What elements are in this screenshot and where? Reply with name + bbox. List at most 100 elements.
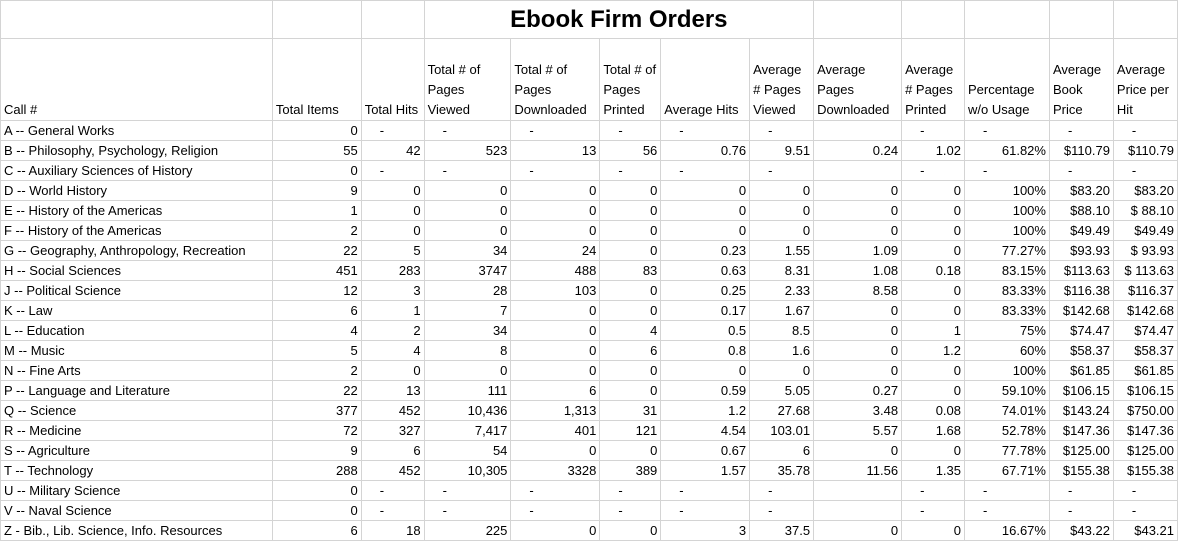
table-cell: 0 [901,520,966,541]
call-number-cell: H -- Social Sciences [0,260,273,281]
table-cell: - [749,160,815,181]
table-cell: 13 [360,380,425,401]
title-row: Ebook Firm Orders [0,0,1178,39]
table-cell: 1 [360,300,425,321]
table-row: R -- Medicine 72 327 7,417 401 121 4.54 103.01 5… [0,420,1178,441]
table-cell: 5 [360,240,425,261]
table-row: L -- Education 4 2 34 0 4 0.5 8.5 0 1 75% $74.47 $74… [0,320,1178,341]
table-cell: 8.58 [813,280,903,301]
table-cell: 0 [813,360,903,381]
table-cell: - [510,500,601,521]
table-cell: $116.38 [1048,280,1114,301]
table-cell: 283 [360,260,425,281]
table-cell: 377 [271,400,362,421]
table-cell: 16.67% [964,520,1050,541]
call-number-cell: S -- Agriculture [0,440,273,461]
table-cell: 5.05 [749,380,815,401]
table-cell: $147.36 [1112,420,1178,441]
table-cell: 0 [901,220,966,241]
table-row: P -- Language and Literature 22 13 111 6 0 0.5… [0,380,1178,401]
table-cell: $58.37 [1048,340,1114,361]
column-header: Total # of Pages Viewed [423,38,512,121]
table-cell: 34 [423,320,512,341]
column-header: Call # [0,38,273,121]
table-cell: 100% [964,220,1050,241]
table-cell: 83 [599,260,662,281]
table-cell: 72 [271,420,362,441]
column-header: Total Hits [360,38,425,121]
table-cell: $83.20 [1112,180,1178,201]
call-number-cell: K -- Law [0,300,273,321]
table-cell: - [1048,120,1114,141]
table-cell: 3 [360,280,425,301]
table-cell: 111 [423,380,512,401]
table-row: E -- History of the Americas 1 0 0 0 0 0 0 0 0 100… [0,200,1178,221]
table-cell: - [964,120,1050,141]
table-cell: - [423,160,512,181]
table-cell: - [660,480,751,501]
table-cell: $74.47 [1048,320,1114,341]
table-cell: 0.67 [660,440,751,461]
table-cell: - [599,480,662,501]
table-cell: 0 [749,200,815,221]
table-cell: 1 [271,200,362,221]
sheet-title: Ebook Firm Orders [423,0,815,39]
table-row: A -- General Works 0- - - - - - - - - - [0,120,1178,141]
call-number-cell: A -- General Works [0,120,273,141]
table-cell: 1.2 [901,340,966,361]
call-number-cell: M -- Music [0,340,273,361]
table-cell: 52.78% [964,420,1050,441]
table-cell: 24 [510,240,601,261]
table-cell: $61.85 [1112,360,1178,381]
table-cell: $750.00 [1112,400,1178,421]
table-cell: 0 [510,300,601,321]
table-cell: 1.08 [813,260,903,281]
table-cell: 3328 [510,460,601,481]
table-cell: - [1048,500,1114,521]
table-cell: 3747 [423,260,512,281]
call-number-cell: P -- Language and Literature [0,380,273,401]
table-cell: 1.6 [749,340,815,361]
table-row: B -- Philosophy, Psychology, Religion 55 4… [0,140,1178,161]
table-cell: 100% [964,360,1050,381]
table-cell: 1.57 [660,460,751,481]
table-cell: 54 [423,440,512,461]
column-header: Average # Pages Printed [901,38,966,121]
table-cell: $106.15 [1048,380,1114,401]
table-cell: 0.23 [660,240,751,261]
table-cell: - [660,500,751,521]
table-cell: 0 [360,200,425,221]
table-cell: 1,313 [510,400,601,421]
column-header: Percentage w/o Usage [964,38,1050,121]
table-cell: - [423,120,512,141]
table-cell: $74.47 [1112,320,1178,341]
table-cell: 8.31 [749,260,815,281]
table-cell: - [901,160,966,181]
table-cell: 327 [360,420,425,441]
table-cell: 6 [271,300,362,321]
table-cell: 0 [901,360,966,381]
table-cell: 0 [510,440,601,461]
table-cell: 22 [271,380,362,401]
table-cell: 83.33% [964,280,1050,301]
table-cell: $142.68 [1112,300,1178,321]
table-cell: 1.35 [901,460,966,481]
table-cell: 67.71% [964,460,1050,481]
table-cell: 0 [813,300,903,321]
table-cell: 0 [599,520,662,541]
table-cell: 1.67 [749,300,815,321]
table-cell: - [749,500,815,521]
table-cell: $88.10 [1048,200,1114,221]
table-cell: 523 [423,140,512,161]
table-cell: 100% [964,180,1050,201]
table-cell: 83.33% [964,300,1050,321]
table-cell: $147.36 [1048,420,1114,441]
table-cell: $49.49 [1048,220,1114,241]
table-cell: $155.38 [1048,460,1114,481]
table-cell: 0 [901,200,966,221]
table-cell: - [510,480,601,501]
table-cell: $61.85 [1048,360,1114,381]
table-row: U -- Military Science 0- - - - - - - - - - [0,480,1178,501]
table-cell: 0 [599,360,662,381]
table-cell: 13 [510,140,601,161]
